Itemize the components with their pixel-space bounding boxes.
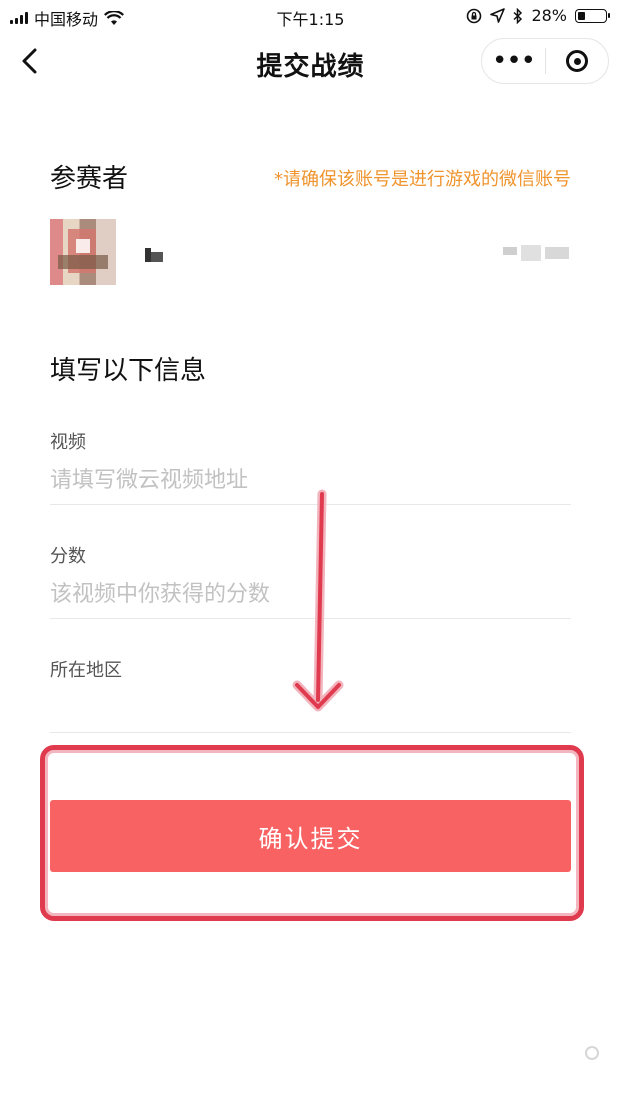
score-field-label: 分数 xyxy=(50,546,86,567)
location-icon xyxy=(490,8,506,23)
battery-percent: 28% xyxy=(531,6,567,25)
status-right: 28% xyxy=(466,6,610,25)
close-miniprogram-icon xyxy=(566,50,588,72)
bluetooth-icon xyxy=(513,7,523,24)
score-field-divider xyxy=(50,618,571,619)
participant-id-blurred xyxy=(503,245,569,265)
status-bar: 中国移动 下午1:15 28% xyxy=(0,0,621,34)
confirm-submit-button[interactable]: 确认提交 xyxy=(50,800,571,872)
region-field-divider xyxy=(50,732,571,733)
video-field-label: 视频 xyxy=(50,432,86,453)
battery-icon xyxy=(575,8,610,23)
battery-fill xyxy=(578,11,585,20)
participant-name-blurred xyxy=(145,248,163,262)
video-url-input[interactable] xyxy=(50,460,571,500)
more-icon[interactable]: ••• xyxy=(482,38,545,84)
nav-bar: 提交战绩 ••• xyxy=(0,34,621,88)
region-field-label: 所在地区 xyxy=(50,660,122,681)
region-input[interactable] xyxy=(50,688,571,728)
account-note: *请确保该账号是进行游戏的微信账号 xyxy=(274,169,571,190)
form-title: 填写以下信息 xyxy=(50,356,207,386)
score-input[interactable] xyxy=(50,574,571,614)
orientation-lock-icon xyxy=(467,8,482,23)
participant-title: 参赛者 xyxy=(50,164,129,194)
video-field-divider xyxy=(50,504,571,505)
avatar xyxy=(50,219,116,285)
watermark xyxy=(585,1046,599,1060)
watermark-logo-icon xyxy=(585,1046,599,1060)
close-miniprogram-button[interactable] xyxy=(546,50,608,72)
miniprogram-capsule: ••• xyxy=(481,38,609,84)
